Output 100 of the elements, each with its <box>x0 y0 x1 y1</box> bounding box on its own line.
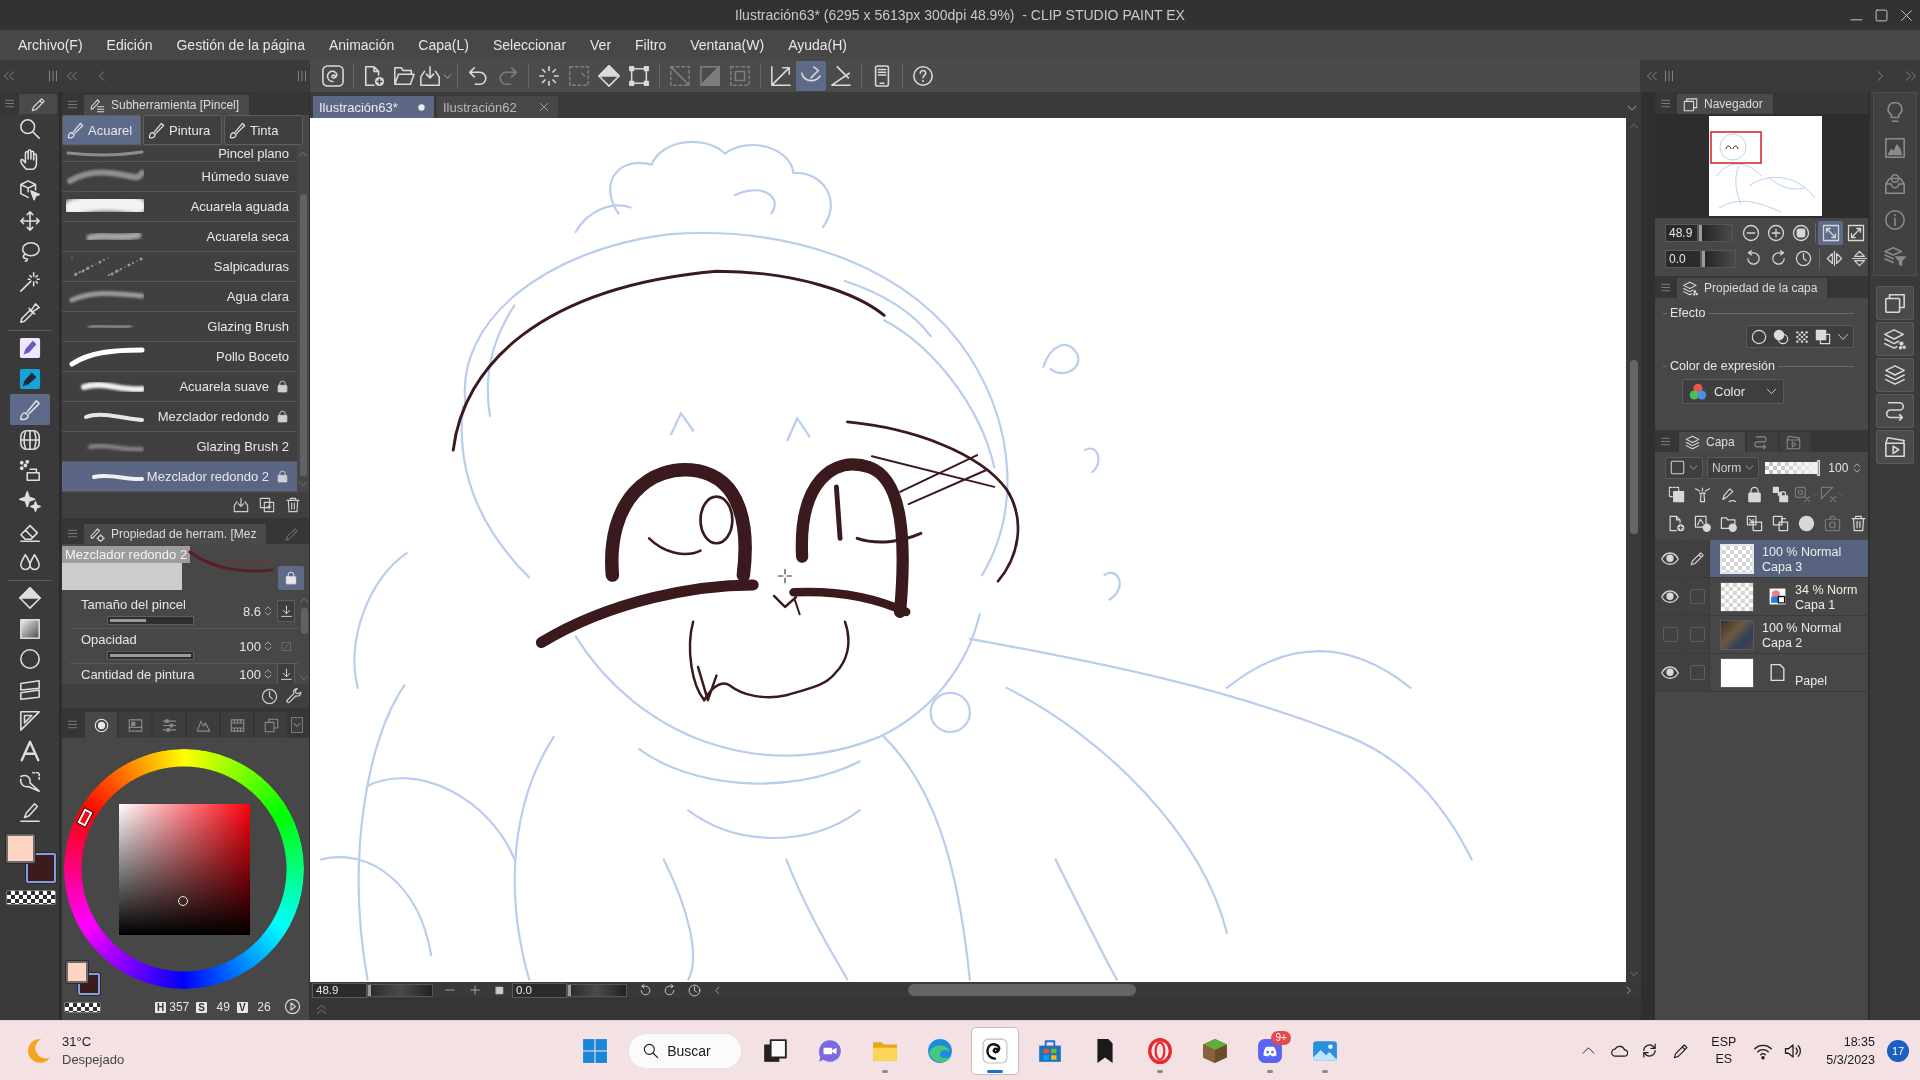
menu-item[interactable]: Capa(L) <box>406 33 481 57</box>
menu-icon[interactable] <box>67 719 78 730</box>
slider-thumb[interactable] <box>1702 250 1705 267</box>
spinner-arrows-icon[interactable] <box>263 641 273 651</box>
editing-checkbox[interactable] <box>1690 627 1705 642</box>
menu-item[interactable]: Seleccionar <box>480 33 579 57</box>
panel-tab[interactable] <box>1779 432 1811 452</box>
property-value[interactable]: 100 <box>239 638 261 654</box>
spinner-arrows-icon[interactable] <box>263 669 273 679</box>
transparent-swatch-icon[interactable] <box>5 889 56 905</box>
scrollbar-thumb[interactable] <box>300 608 308 634</box>
panel-tab[interactable]: Propiedad de herram. [Mez <box>84 524 267 544</box>
eye-icon[interactable] <box>1661 587 1679 606</box>
panel-toggle-button[interactable] <box>1876 358 1914 392</box>
spinner-arrows-icon[interactable] <box>1852 462 1863 473</box>
main-swatch-icon[interactable] <box>66 961 88 983</box>
property-value[interactable]: 100 <box>239 666 261 682</box>
menu-icon[interactable] <box>1660 282 1671 293</box>
panel-tab[interactable]: Navegador <box>1677 94 1773 114</box>
slider-thumb[interactable] <box>1698 224 1702 241</box>
panel-tab[interactable] <box>153 712 185 738</box>
rotation-field[interactable]: 0.0 <box>512 982 567 998</box>
hue-handle[interactable] <box>77 808 93 827</box>
brush-list-item[interactable]: Pincel plano <box>62 146 297 162</box>
opacity-value[interactable]: 100 <box>1828 460 1849 475</box>
close-icon[interactable] <box>539 102 549 112</box>
rotate-left-icon[interactable] <box>639 983 652 997</box>
property-value[interactable]: 8.6 <box>242 603 261 619</box>
eye-icon[interactable] <box>1661 549 1679 568</box>
document-tab[interactable]: Ilustración63* <box>313 96 434 118</box>
saturation-value-square[interactable] <box>119 804 250 935</box>
clock-time[interactable]: 18:35 <box>1843 1032 1875 1051</box>
taskbar-app-button[interactable]: 9+ <box>1245 1026 1294 1075</box>
menu-icon[interactable] <box>67 528 78 539</box>
wrench-icon[interactable] <box>286 687 303 705</box>
panel-toggle-button[interactable] <box>1876 430 1914 464</box>
panel-tab[interactable] <box>119 712 151 738</box>
chevron-icon[interactable] <box>1624 985 1633 995</box>
slider-thumb[interactable] <box>568 984 571 996</box>
opacity-slider[interactable] <box>1765 461 1821 474</box>
tray-arrow-icon[interactable] <box>233 497 249 513</box>
grip-icon[interactable] <box>47 70 59 82</box>
menu-icon[interactable] <box>1660 98 1671 109</box>
scrollbar-thumb[interactable] <box>908 984 1136 996</box>
brush-list-item[interactable]: Mezclador redondo 2 <box>62 462 297 492</box>
panel-tab[interactable]: Capa <box>1679 432 1745 452</box>
editing-checkbox[interactable] <box>1690 665 1705 680</box>
maximize-icon[interactable] <box>1875 8 1888 22</box>
stacked-squares-icon[interactable] <box>1815 328 1831 345</box>
rotation-field[interactable]: 0.0 <box>1665 249 1701 268</box>
menu-item[interactable]: Gestión de la página <box>164 33 317 57</box>
plus-icon[interactable] <box>470 985 480 995</box>
search-button[interactable]: Buscar <box>628 1032 742 1069</box>
menu-item[interactable]: Archivo(F) <box>6 33 95 57</box>
spinner-arrows-icon[interactable] <box>263 606 273 616</box>
tool-button[interactable] <box>9 394 50 425</box>
eye-icon[interactable] <box>1661 663 1679 682</box>
visibility-checkbox[interactable] <box>1662 627 1678 642</box>
main-swatch-icon[interactable] <box>5 833 35 863</box>
property-slider[interactable] <box>107 616 194 625</box>
flip-horizontal-icon[interactable] <box>1826 250 1843 267</box>
panel-toggle-button[interactable] <box>1876 322 1914 356</box>
dot-grid-icon[interactable] <box>1795 329 1809 344</box>
layer-item[interactable]: 100 % Normal Capa 3 <box>1710 540 1868 577</box>
rotation-slider[interactable] <box>567 983 627 997</box>
panel-toggle-button[interactable] <box>1876 394 1914 428</box>
transparent-swatch-icon[interactable] <box>64 1002 101 1013</box>
clock-date[interactable]: 5/3/2023 <box>1826 1050 1875 1069</box>
view-button[interactable] <box>1818 220 1843 245</box>
double-chevron-up-icon[interactable] <box>316 1003 327 1015</box>
brush-group-tab[interactable]: Acuarel <box>62 115 141 145</box>
notification-badge[interactable]: 17 <box>1887 1039 1909 1062</box>
sync-icon[interactable] <box>1641 1042 1659 1059</box>
scrollbar-thumb[interactable] <box>299 194 307 476</box>
zoom-slider[interactable] <box>1697 223 1733 242</box>
lock-button[interactable] <box>278 566 304 590</box>
expression-dropdown[interactable]: Color <box>1682 379 1784 404</box>
menu-item[interactable]: Ventana(W) <box>678 33 777 57</box>
circle-icon[interactable] <box>1751 328 1767 345</box>
play-circle-icon[interactable] <box>284 998 301 1015</box>
input-language[interactable]: ESP <box>1711 1033 1737 1051</box>
zoom-field[interactable]: 48.9 <box>1665 223 1698 242</box>
rotate-right-icon[interactable] <box>663 983 676 997</box>
rotate-left-icon[interactable] <box>1745 250 1762 267</box>
dial-icon[interactable] <box>261 687 278 705</box>
panel-menu-button[interactable] <box>291 717 303 733</box>
close-icon[interactable] <box>1900 8 1913 22</box>
trash-icon[interactable] <box>285 497 301 513</box>
layer-color-dropdown[interactable] <box>1665 456 1703 479</box>
zoom-slider[interactable] <box>367 983 433 997</box>
layer-item[interactable]: Papel <box>1710 654 1868 691</box>
menu-icon[interactable] <box>1660 436 1671 447</box>
brush-group-tab[interactable]: Tinta <box>224 115 303 145</box>
toolbar-button[interactable] <box>796 61 826 91</box>
layer-item[interactable]: 100 % Normal Capa 2 <box>1710 616 1868 653</box>
grip-icon[interactable] <box>1663 70 1675 82</box>
rotation-slider[interactable] <box>1701 249 1736 268</box>
slider-thumb[interactable] <box>368 984 371 996</box>
menu-item[interactable]: Filtro <box>623 33 679 57</box>
slider-thumb[interactable] <box>1817 459 1821 476</box>
